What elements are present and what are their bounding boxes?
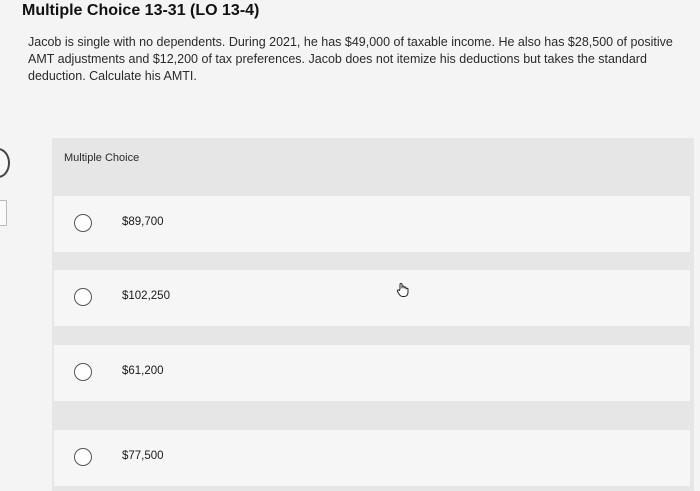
answer-option-label: $89,700 (122, 216, 164, 228)
side-tab-edge (0, 200, 7, 226)
multiple-choice-panel: Multiple Choice $89,700 $102,250 $61,200… (52, 138, 694, 491)
answer-option-label: $102,250 (122, 290, 170, 302)
multiple-choice-header: Multiple Choice (64, 152, 140, 164)
answer-option-label: $61,200 (122, 365, 164, 377)
radio-button[interactable] (74, 448, 92, 466)
question-text: Jacob is single with no dependents. Duri… (28, 35, 673, 83)
answer-option-label: $77,500 (122, 450, 164, 462)
answer-option[interactable]: $89,700 (54, 196, 690, 252)
radio-button[interactable] (74, 288, 92, 306)
previous-nav-edge[interactable] (0, 148, 10, 178)
answer-option[interactable]: $77,500 (54, 430, 690, 486)
radio-button[interactable] (74, 214, 92, 232)
answer-option[interactable]: $102,250 (54, 270, 690, 326)
answer-option[interactable]: $61,200 (54, 345, 690, 401)
radio-button[interactable] (74, 363, 92, 381)
hand-cursor-icon (396, 283, 409, 297)
page-title: Multiple Choice 13-31 (LO 13-4) (22, 2, 260, 19)
